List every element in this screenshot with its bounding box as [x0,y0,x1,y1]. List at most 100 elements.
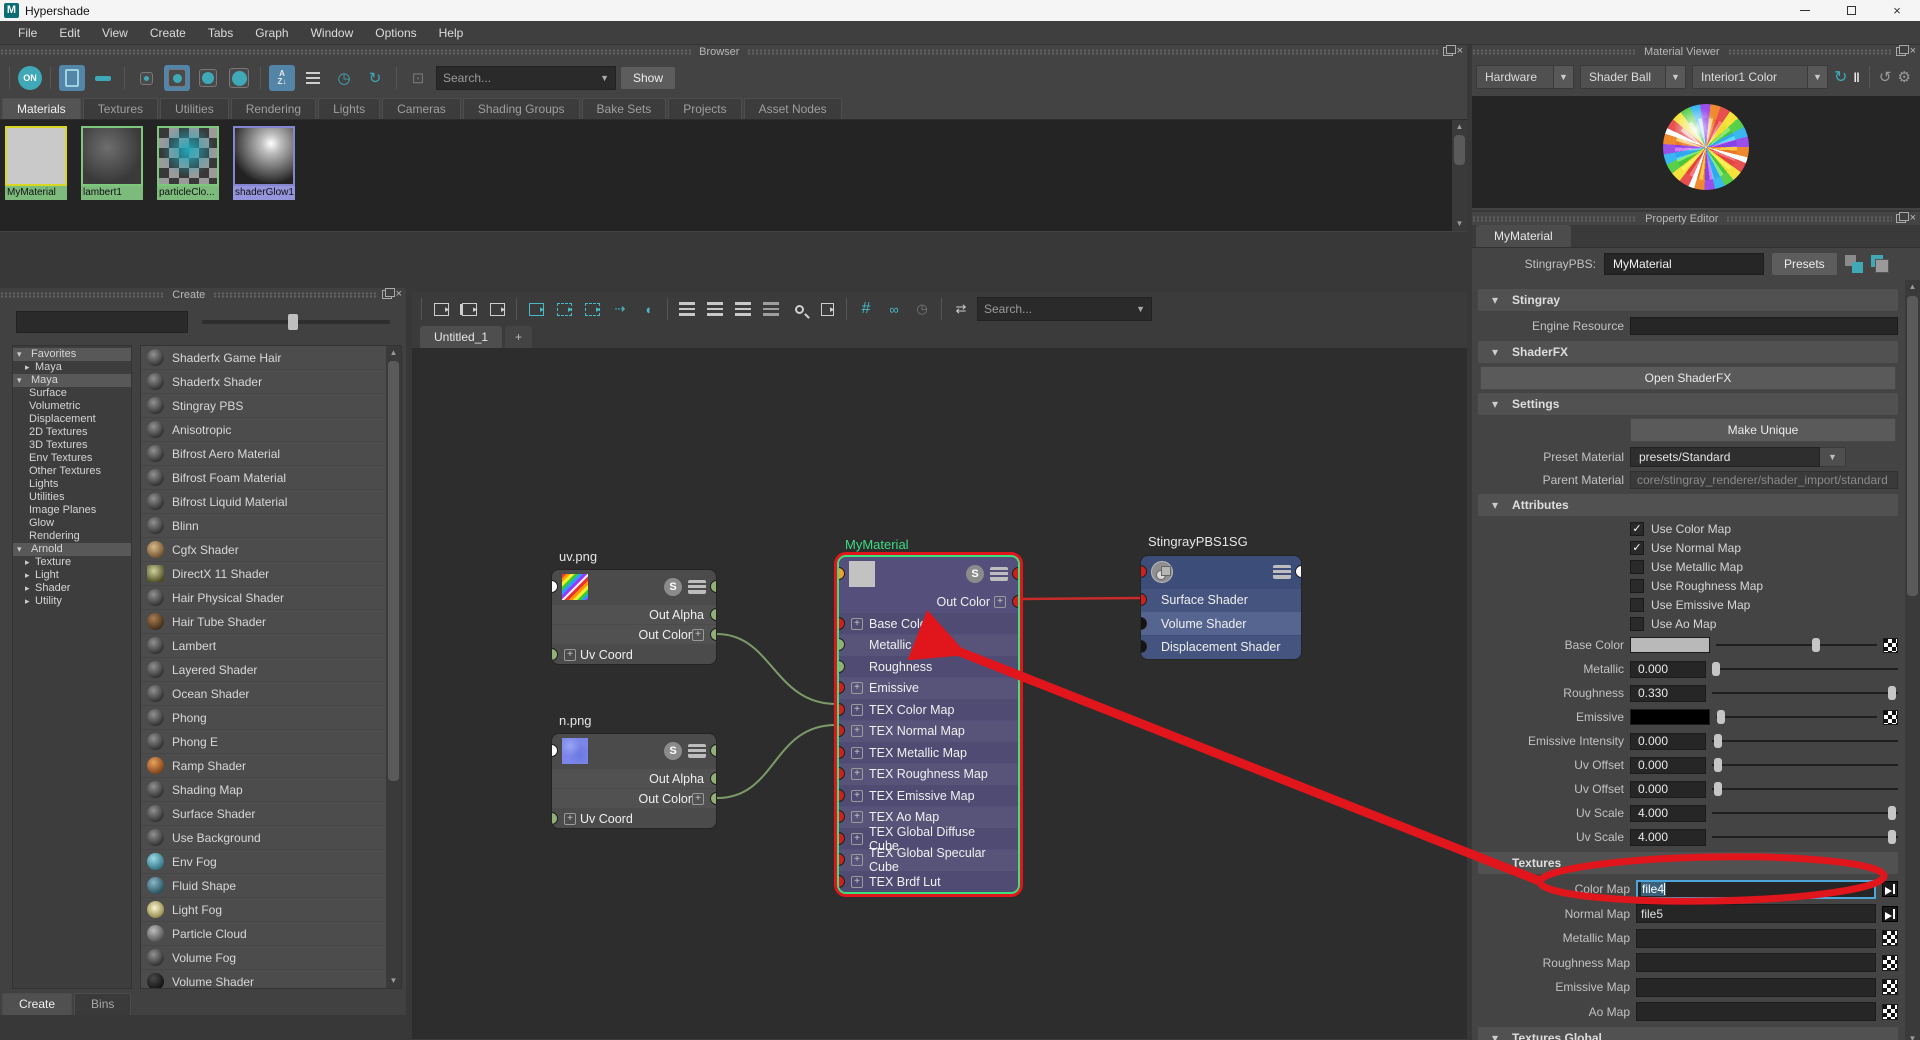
create-list-item[interactable]: Ocean Shader [141,682,401,705]
expand-plug-icon[interactable]: + [564,649,576,661]
menu-item[interactable]: View [92,23,138,43]
create-list-item[interactable]: Volume Shader [141,970,401,989]
node-attribute-row[interactable]: Displacement Shader [1141,636,1301,659]
attribute-value-field[interactable]: 4.000 [1630,829,1706,846]
expand-plug-icon[interactable]: + [851,704,863,716]
texture-connect-icon[interactable] [1882,906,1898,922]
attribute-port[interactable] [710,772,717,785]
texture-connect-icon[interactable] [1882,930,1898,946]
menu-item[interactable]: Create [140,23,196,43]
texture-connect-icon[interactable] [1882,881,1898,897]
browser-search-input[interactable]: Search... ▼ [436,66,616,90]
material-swatch[interactable]: shaderGlow1 [233,126,295,200]
frame-selection-icon[interactable] [815,297,839,321]
attribute-slider[interactable] [1712,805,1898,821]
checkbox[interactable] [1630,541,1644,555]
attribute-input-port[interactable] [837,746,845,759]
graph-tab[interactable]: Untitled_1 [420,326,502,348]
node-output-port[interactable] [710,580,717,593]
node-input-port[interactable] [837,567,845,580]
swatch-size-medium-button[interactable] [164,65,190,91]
node-attribute-row[interactable]: Out Alpha [552,605,716,624]
map-texture-button[interactable] [1883,638,1898,653]
browser-tab[interactable]: Bake Sets [582,98,667,119]
expand-plug-icon[interactable]: + [851,747,863,759]
pause-viewer-icon[interactable]: ‖ [1853,70,1859,85]
copy-tab-icon[interactable] [1871,255,1889,273]
node-attribute-row[interactable]: + TEX Color Map [839,699,1018,720]
attribute-slider[interactable] [1712,757,1898,773]
output-connections-icon[interactable] [485,297,509,321]
node-input-port[interactable] [551,744,558,757]
property-editor-scrollbar[interactable]: ▲▼ [1905,280,1920,1040]
maximize-button[interactable] [1828,0,1874,21]
create-list-item[interactable]: Shading Map [141,778,401,801]
renderer-select[interactable]: Hardware▼ [1476,65,1574,89]
browser-scrollbar[interactable]: ▲▼ [1452,120,1467,231]
engine-resource-field[interactable] [1630,317,1898,335]
material-thumbnail[interactable] [81,126,143,186]
texture-map-field[interactable]: file5 [1636,904,1876,923]
texture-connect-icon[interactable] [1882,955,1898,971]
create-list-item[interactable]: Stingray PBS [141,394,401,417]
attribute-value-field[interactable]: 0.000 [1630,733,1706,750]
zoom-tool-icon[interactable] [787,297,811,321]
node-display-mode-icon[interactable] [1273,565,1291,579]
browser-tab[interactable]: Lights [318,98,380,119]
layout-simple-icon[interactable] [675,297,699,321]
menu-item[interactable]: Help [429,23,474,43]
uv-texture-node[interactable]: S Out Alpha Out Color + [551,569,717,665]
browser-tab[interactable]: Rendering [231,98,316,119]
node-output-port[interactable] [1295,565,1302,578]
select-bin-icon[interactable]: ⊡ [405,65,431,91]
attribute-slider[interactable] [1712,781,1898,797]
tree-item[interactable]: Shader [13,582,131,595]
sort-by-time-button[interactable]: ◷ [331,65,357,91]
node-editor-canvas[interactable]: uv.png S Out Alpha [412,349,1467,1039]
render-loop-icon[interactable]: ↺ [1879,68,1892,86]
attribute-slider[interactable] [1712,733,1898,749]
menu-item[interactable]: Graph [245,23,298,43]
node-attribute-row[interactable]: + TEX Emissive Map [839,785,1018,806]
attribute-slider[interactable] [1712,685,1898,701]
dropdown-arrow-icon[interactable]: ▼ [1820,447,1846,467]
attribute-value-field[interactable]: 4.000 [1630,805,1706,822]
texture-map-field[interactable] [1636,929,1876,948]
out-color-port[interactable] [1012,595,1020,608]
tree-item[interactable]: Rendering [13,530,131,543]
preset-material-select[interactable]: presets/Standard ▼ [1630,447,1846,467]
menu-item[interactable]: Edit [49,23,90,43]
refresh-swatches-button[interactable]: ↻ [362,65,388,91]
attribute-input-port[interactable] [837,638,845,651]
create-list-item[interactable]: Lambert [141,634,401,657]
tree-item[interactable]: Glow [13,517,131,530]
checkbox[interactable] [1630,579,1644,593]
attribute-slider[interactable] [1712,829,1898,845]
minimize-button[interactable] [1782,0,1828,21]
swatch-size-large-button[interactable] [195,65,221,91]
tree-item[interactable]: Light [13,569,131,582]
slider-handle[interactable] [1712,662,1720,676]
material-thumbnail[interactable] [157,126,219,186]
tree-item[interactable]: Favorites [13,348,131,361]
attribute-input-port[interactable] [837,832,845,845]
node-attribute-row[interactable]: Out Color + [552,789,716,808]
slider-handle[interactable] [1714,734,1722,748]
create-list-item[interactable]: Particle Cloud [141,922,401,945]
attribute-port[interactable] [551,648,558,661]
swatch-size-xlarge-button[interactable] [226,65,252,91]
attribute-input-port[interactable] [837,681,845,694]
sort-reverse-button[interactable] [300,65,326,91]
show-button[interactable]: Show [621,67,675,89]
browser-swatch-area[interactable]: MyMaterial lambert1 particleClo... shade… [0,120,1467,231]
node-attribute-row[interactable]: + TEX Brdf Lut [839,871,1018,892]
presets-button[interactable]: Presets [1772,253,1837,275]
snap-toggle-icon[interactable]: ∞ [882,297,906,321]
make-unique-button[interactable]: Make Unique [1630,418,1896,442]
color-swatch[interactable] [1630,637,1710,653]
expand-plug-icon[interactable]: + [692,629,704,641]
tree-item[interactable]: Maya [13,361,131,374]
out-color-row[interactable]: Out Color + [839,592,1018,613]
create-list-item[interactable]: Bifrost Foam Material [141,466,401,489]
menu-item[interactable]: Window [301,23,364,43]
